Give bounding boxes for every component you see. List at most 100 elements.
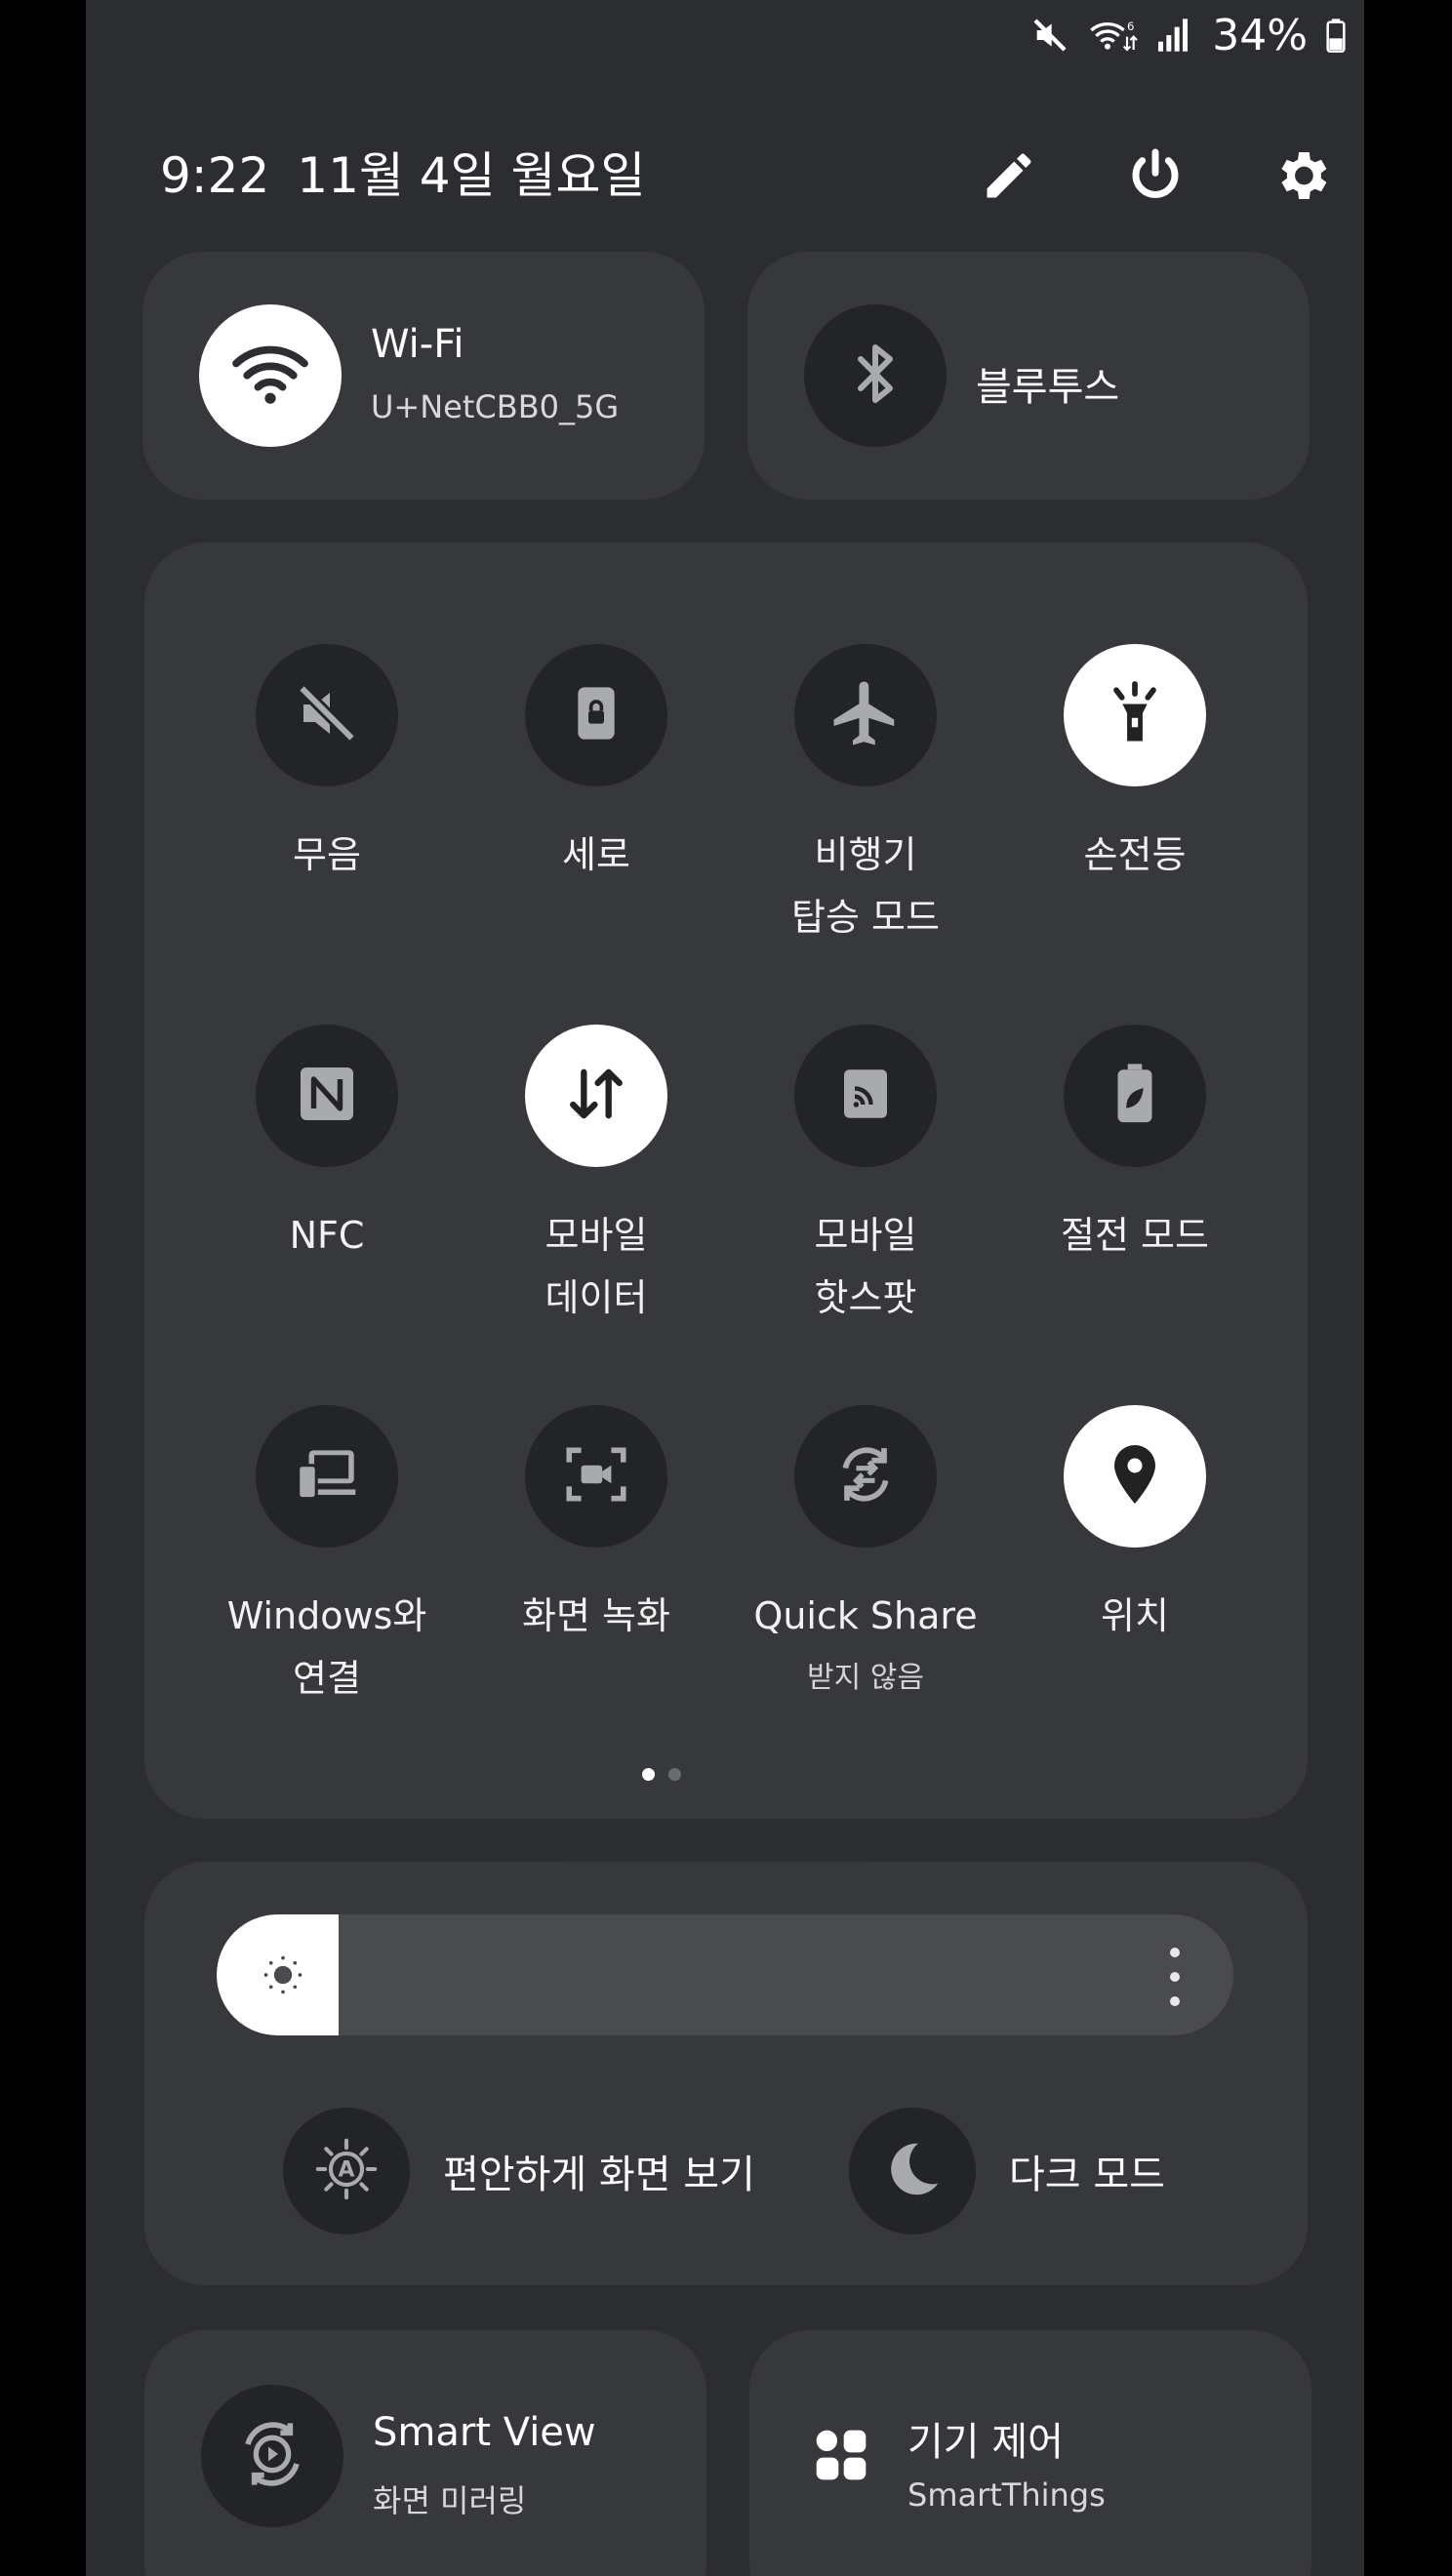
tile-nfc-label: NFC (195, 1204, 459, 1267)
tile-quick-share-label: Quick Share (734, 1585, 997, 1647)
power-saving-toggle[interactable] (1064, 1025, 1206, 1167)
nfc-icon (292, 1059, 362, 1133)
hotspot-icon (833, 1062, 898, 1130)
mute-toggle[interactable] (256, 644, 398, 786)
svg-text:6: 6 (1127, 20, 1134, 33)
battery-icon (1325, 16, 1347, 55)
tile-mobile-data-label-1: 모바일 (544, 1214, 648, 1257)
tile-power-saving[interactable]: 절전 모드 (1003, 1025, 1267, 1317)
wifi-tile[interactable]: Wi-Fi U+NetCBB0_5G (142, 252, 705, 500)
tile-flashlight-label: 손전등 (1003, 824, 1267, 886)
smart-view-subtitle: 화면 미러링 (373, 2482, 527, 2519)
page-indicator (642, 1768, 681, 1781)
status-bar: 6 34% (1030, 10, 1347, 60)
power-saving-icon (1101, 1060, 1169, 1132)
tile-mute[interactable]: 무음 (195, 644, 459, 937)
edit-button[interactable] (978, 146, 1040, 209)
tile-hotspot-label: 모바일 핫스팟 (734, 1204, 997, 1329)
mobile-data-toggle[interactable] (525, 1025, 667, 1167)
bluetooth-tile[interactable]: 블루투스 (747, 252, 1310, 500)
tile-mobile-data-label-2: 데이터 (544, 1276, 648, 1319)
screen-recorder-icon (560, 1438, 632, 1514)
tile-mobile-data-label: 모바일데이터 (464, 1204, 728, 1329)
more-vertical-icon[interactable] (1165, 1948, 1185, 2006)
tile-location-label: 위치 (1003, 1585, 1267, 1647)
tile-mute-label-1: 무음 (293, 833, 361, 876)
tile-mobile-data[interactable]: 모바일데이터 (464, 1025, 728, 1319)
hotspot-toggle[interactable] (794, 1025, 937, 1167)
tile-quick-share-status: 받지 않음 (807, 1661, 924, 1695)
tile-quick-share[interactable]: Quick Share 받지 않음 (734, 1405, 997, 1698)
tile-portrait[interactable]: 세로 (464, 644, 728, 937)
quick-panel-header: 9:22 11월 4일 월요일 (160, 137, 1327, 215)
quick-share-toggle[interactable] (794, 1405, 937, 1548)
quick-settings-grid: 무음 세로 비행기 탑승 모드 손전등 NFC 모바일 데이터 모바일 핫스팟 … (144, 543, 1308, 1819)
dark-mode-toggle[interactable] (849, 2108, 976, 2234)
tile-mute-label: 무음 (195, 824, 459, 886)
battery-percentage: 34% (1212, 10, 1308, 60)
portrait-toggle[interactable] (525, 644, 667, 786)
smart-view-tile[interactable]: Smart View 화면 미러링 (144, 2330, 706, 2576)
cellular-signal-icon (1155, 16, 1190, 55)
tile-screen-recorder[interactable]: 화면 녹화 (464, 1405, 728, 1698)
date[interactable]: 11월 4일 월요일 (297, 147, 645, 204)
wifi-signal-icon: 6 (1087, 16, 1138, 55)
eye-comfort-toggle[interactable]: A (283, 2108, 410, 2234)
tile-screen-recorder-label: 화면 녹화 (464, 1585, 728, 1647)
brightness-sun-icon (252, 1944, 314, 2006)
tile-nfc-label-1: NFC (289, 1214, 365, 1257)
clock-date: 9:22 11월 4일 월요일 (160, 137, 646, 215)
tile-nfc[interactable]: NFC (195, 1025, 459, 1317)
mute-icon (292, 678, 362, 752)
dark-mode-label: 다크 모드 (1009, 2153, 1165, 2197)
brightness-slider[interactable] (217, 1914, 1233, 2035)
tile-link-windows-label-2: 연결 (293, 1657, 361, 1700)
nfc-toggle[interactable] (256, 1025, 398, 1167)
tile-link-windows-label-1: Windows와 (226, 1594, 427, 1637)
tile-power-saving-label: 절전 모드 (1003, 1204, 1267, 1267)
wifi-title: Wi-Fi (371, 322, 464, 367)
smart-view-title: Smart View (373, 2410, 596, 2455)
settings-button[interactable] (1270, 146, 1333, 209)
location-pin-icon (1100, 1439, 1170, 1513)
smart-view-toggle[interactable] (201, 2385, 343, 2527)
tile-portrait-label: 세로 (464, 824, 728, 886)
screen-recorder-toggle[interactable] (525, 1405, 667, 1548)
wifi-icon (229, 333, 311, 419)
mobile-data-icon (559, 1057, 633, 1135)
flashlight-toggle[interactable] (1064, 644, 1206, 786)
wifi-network-name: U+NetCBB0_5G (371, 388, 620, 425)
tile-hotspot[interactable]: 모바일 핫스팟 (734, 1025, 997, 1319)
bluetooth-toggle[interactable] (804, 304, 947, 447)
moon-icon (878, 2135, 947, 2207)
tile-screen-recorder-label-1: 화면 녹화 (522, 1594, 670, 1637)
tile-location[interactable]: 위치 (1003, 1405, 1267, 1698)
page-dot-1[interactable] (642, 1768, 655, 1781)
tile-portrait-label-1: 세로 (562, 833, 630, 876)
mute-icon (1030, 16, 1069, 55)
link-windows-toggle[interactable] (256, 1405, 398, 1548)
airplane-icon (827, 675, 904, 755)
eye-comfort-button[interactable]: A 편안하게 화면 보기 (283, 2108, 755, 2234)
tile-link-windows-label: Windows와연결 (195, 1585, 459, 1710)
airplane-toggle[interactable] (794, 644, 937, 786)
tile-link-windows[interactable]: Windows와연결 (195, 1405, 459, 1700)
tile-flashlight[interactable]: 손전등 (1003, 644, 1267, 937)
location-toggle[interactable] (1064, 1405, 1206, 1548)
dark-mode-button[interactable]: 다크 모드 (849, 2108, 1165, 2234)
page-dot-2[interactable] (668, 1768, 681, 1781)
clock[interactable]: 9:22 (160, 147, 269, 204)
quick-share-icon (828, 1437, 903, 1515)
device-control-title: 기기 제어 (908, 2420, 1064, 2465)
device-control-tile[interactable]: 기기 제어 SmartThings (749, 2330, 1311, 2576)
tile-airplane-label-2: 탑승 모드 (791, 896, 940, 939)
device-control-subtitle: SmartThings (908, 2476, 1106, 2514)
bluetooth-title: 블루투스 (976, 365, 1120, 410)
tile-airplane[interactable]: 비행기 탑승 모드 (734, 644, 997, 939)
power-button[interactable] (1124, 146, 1187, 209)
eye-comfort-label: 편안하게 화면 보기 (443, 2153, 755, 2197)
tile-hotspot-label-2: 핫스팟 (814, 1276, 917, 1319)
wifi-toggle[interactable] (199, 304, 342, 447)
edit-pencil-icon (980, 146, 1038, 209)
smart-view-icon (233, 2415, 311, 2497)
